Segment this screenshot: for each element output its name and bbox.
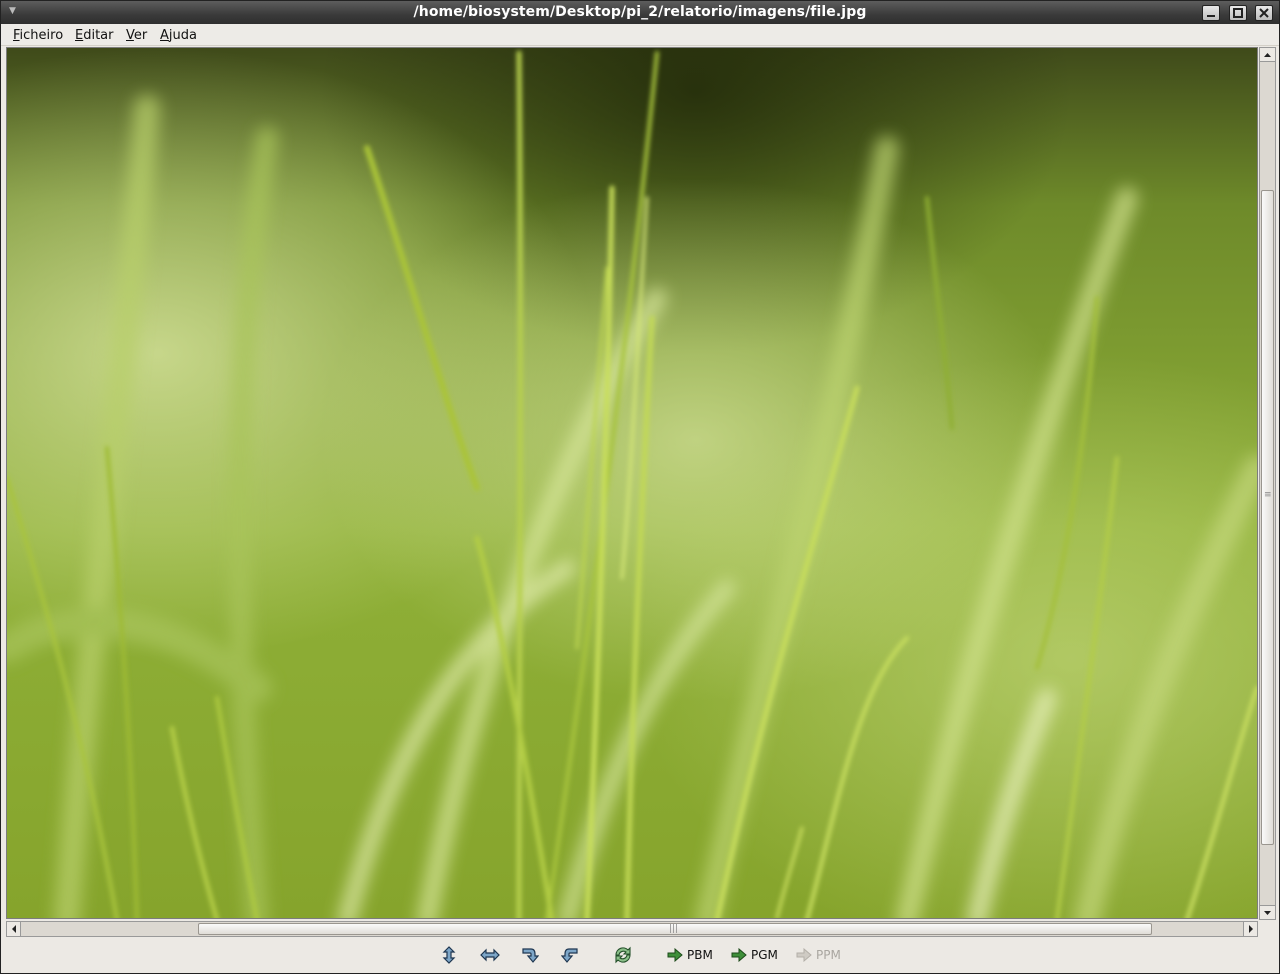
arrow-up-icon bbox=[1264, 53, 1271, 57]
horizontal-scrollbar[interactable]: ||| bbox=[6, 921, 1258, 937]
rotate-clockwise-icon bbox=[522, 948, 539, 963]
maximize-icon bbox=[1233, 8, 1243, 18]
minimize-icon bbox=[1207, 15, 1215, 17]
arrow-left-icon bbox=[12, 925, 16, 933]
grass-photo bbox=[7, 48, 1257, 918]
bottom-toolbar: PBM PGM PPM bbox=[1, 938, 1279, 973]
scroll-right-button[interactable] bbox=[1243, 922, 1257, 936]
rotate-clockwise-button[interactable] bbox=[519, 942, 539, 968]
menu-ajuda[interactable]: Ajuda bbox=[160, 28, 197, 43]
close-icon bbox=[1259, 8, 1269, 18]
title-bar[interactable]: ▼ /home/biosystem/Desktop/pi_2/relatorio… bbox=[1, 1, 1279, 24]
refresh-button[interactable] bbox=[612, 942, 634, 968]
convert-pgm-button[interactable]: PGM bbox=[731, 942, 778, 968]
flip-vertical-button[interactable] bbox=[439, 942, 459, 968]
grip-icon: ≡ bbox=[1264, 490, 1272, 500]
flip-horizontal-icon bbox=[480, 948, 500, 962]
grip-icon: ||| bbox=[669, 924, 679, 934]
flip-vertical-icon bbox=[442, 946, 456, 964]
image-viewport[interactable] bbox=[6, 47, 1258, 919]
flip-horizontal-button[interactable] bbox=[479, 942, 501, 968]
menu-bar: Ficheiro Editar Ver Ajuda bbox=[1, 24, 1279, 46]
window-title: /home/biosystem/Desktop/pi_2/relatorio/i… bbox=[413, 4, 867, 20]
convert-pbm-button[interactable]: PBM bbox=[667, 942, 713, 968]
arrow-right-icon bbox=[796, 948, 812, 962]
horizontal-scroll-thumb[interactable]: ||| bbox=[198, 923, 1152, 935]
scroll-left-button[interactable] bbox=[7, 922, 21, 936]
arrow-right-icon bbox=[667, 948, 683, 962]
arrow-right-icon bbox=[1249, 925, 1253, 933]
convert-ppm-button[interactable]: PPM bbox=[796, 942, 841, 968]
pbm-label: PBM bbox=[687, 948, 713, 962]
rotate-counterclockwise-icon bbox=[561, 948, 578, 963]
image-viewer-window: ▼ /home/biosystem/Desktop/pi_2/relatorio… bbox=[0, 0, 1280, 974]
vertical-scrollbar[interactable]: ≡ bbox=[1259, 47, 1276, 920]
maximize-button[interactable] bbox=[1229, 5, 1247, 21]
menu-ver[interactable]: Ver bbox=[126, 28, 147, 43]
arrow-down-icon bbox=[1264, 911, 1271, 915]
ppm-label: PPM bbox=[816, 948, 841, 962]
rotate-counterclockwise-button[interactable] bbox=[561, 942, 581, 968]
close-button[interactable] bbox=[1255, 5, 1273, 21]
menu-editar[interactable]: Editar bbox=[75, 28, 114, 43]
vertical-scroll-thumb[interactable]: ≡ bbox=[1261, 190, 1274, 845]
pgm-label: PGM bbox=[751, 948, 778, 962]
minimize-button[interactable] bbox=[1202, 5, 1220, 21]
scroll-down-button[interactable] bbox=[1260, 905, 1275, 919]
refresh-icon bbox=[615, 946, 631, 964]
arrow-right-icon bbox=[731, 948, 747, 962]
scroll-up-button[interactable] bbox=[1260, 48, 1275, 62]
menu-ficheiro[interactable]: Ficheiro bbox=[13, 28, 63, 43]
